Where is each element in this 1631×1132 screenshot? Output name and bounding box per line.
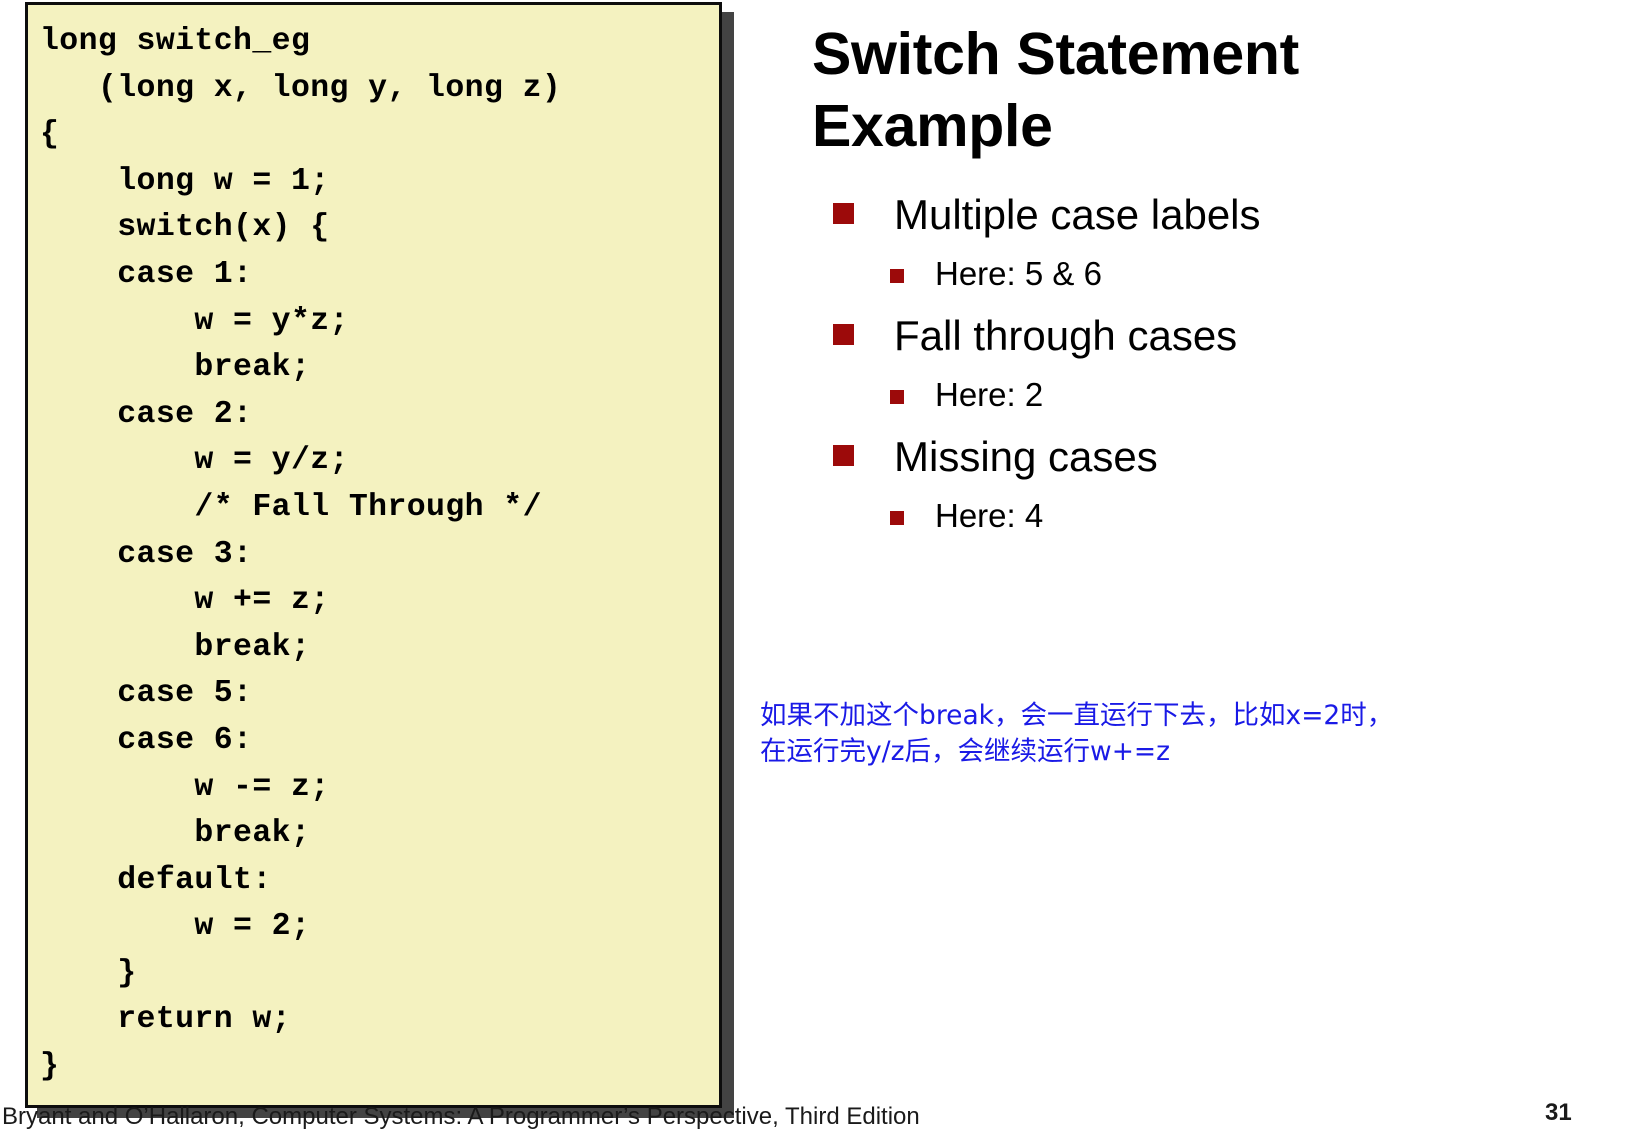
annotation-line-1: 如果不加这个break，会一直运行下去，比如x=2时，	[760, 700, 1394, 731]
page-number: 31	[1545, 1099, 1572, 1126]
slide-canvas: long switch_eg (long x, long y, long z) …	[0, 0, 1631, 1131]
bullet-level1: Missing cases	[770, 426, 1615, 488]
list-item: Multiple case labels Here: 5 & 6	[770, 184, 1615, 298]
bullet-level2: Here: 5 & 6	[770, 250, 1615, 298]
bullet-level2-label: Here: 5 & 6	[935, 255, 1102, 292]
code-example-box: long switch_eg (long x, long y, long z) …	[25, 2, 722, 1108]
page-title: Switch Statement Example	[812, 21, 1299, 159]
annotation-note: 如果不加这个break，会一直运行下去，比如x=2时， 在运行完y/z后，会继续…	[760, 698, 1560, 770]
footer-attribution: Bryant and O’Hallaron, Computer Systems:…	[2, 1103, 920, 1130]
bullet-level2: Here: 4	[770, 492, 1615, 540]
c-source-code: long switch_eg (long x, long y, long z) …	[40, 24, 562, 1085]
bullet-level1: Fall through cases	[770, 305, 1615, 367]
square-bullet-icon	[833, 324, 854, 345]
square-bullet-icon	[833, 203, 854, 224]
annotation-line-2: 在运行完y/z后，会继续运行w+=z	[760, 736, 1171, 767]
bullet-level1-label: Fall through cases	[894, 312, 1238, 359]
bullet-level2: Here: 2	[770, 371, 1615, 419]
list-item: Fall through cases Here: 2	[770, 305, 1615, 419]
square-bullet-icon	[833, 445, 854, 466]
bullet-level1-label: Multiple case labels	[894, 191, 1261, 238]
bullet-level2-label: Here: 2	[935, 376, 1044, 413]
content-column: Switch Statement Example Multiple case l…	[770, 0, 1615, 1080]
small-square-bullet-icon	[890, 511, 904, 525]
small-square-bullet-icon	[890, 390, 904, 404]
bullet-list: Multiple case labels Here: 5 & 6 Fall th…	[770, 162, 1615, 540]
bullet-level1-label: Missing cases	[894, 433, 1158, 480]
bullet-level2-label: Here: 4	[935, 497, 1044, 534]
list-item: Missing cases Here: 4	[770, 426, 1615, 540]
bullet-level1: Multiple case labels	[770, 184, 1615, 246]
small-square-bullet-icon	[890, 269, 904, 283]
